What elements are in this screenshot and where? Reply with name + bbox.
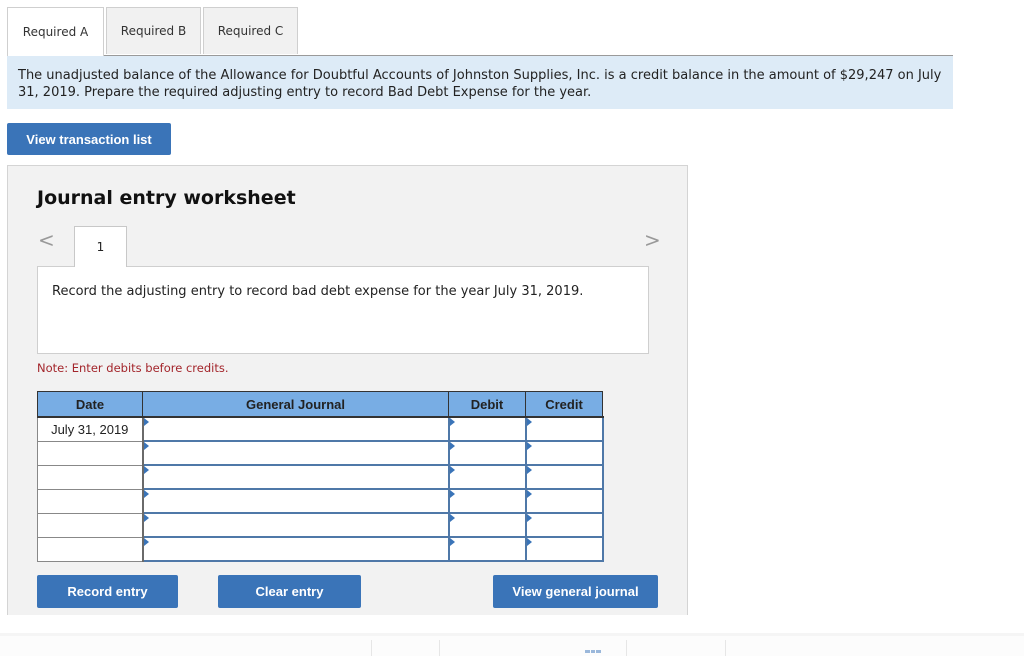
credit-input[interactable] <box>524 416 604 442</box>
footer-separator <box>439 640 440 656</box>
journal-header-row: Date General Journal Debit Credit <box>37 391 603 418</box>
footer-bar <box>0 636 1024 656</box>
header-debit: Debit <box>448 391 526 418</box>
table-row <box>37 536 604 562</box>
footer-separator <box>626 640 627 656</box>
chevron-right-icon[interactable]: > <box>644 228 661 252</box>
debit-input[interactable] <box>447 440 527 466</box>
table-row: July 31, 2019 <box>37 416 604 442</box>
grid-icon[interactable] <box>585 650 602 653</box>
requirement-tabs: Required A Required B Required C <box>7 7 300 56</box>
question-prompt: The unadjusted balance of the Allowance … <box>7 56 953 109</box>
chevron-left-icon[interactable]: < <box>38 228 55 252</box>
account-input[interactable] <box>141 440 450 466</box>
credit-input[interactable] <box>524 488 604 514</box>
header-date: Date <box>37 391 143 418</box>
table-row <box>37 464 604 490</box>
credit-input[interactable] <box>524 536 604 562</box>
debit-input[interactable] <box>447 488 527 514</box>
worksheet-title: Journal entry worksheet <box>37 187 296 209</box>
debit-input[interactable] <box>447 416 527 442</box>
date-cell <box>37 512 144 538</box>
entry-instruction: Record the adjusting entry to record bad… <box>37 266 649 354</box>
account-input[interactable] <box>141 536 450 562</box>
table-row <box>37 440 604 466</box>
account-input[interactable] <box>141 416 450 442</box>
credit-input[interactable] <box>524 440 604 466</box>
tab-required-b[interactable]: Required B <box>106 7 201 54</box>
clear-entry-button[interactable]: Clear entry <box>218 575 361 608</box>
header-credit: Credit <box>525 391 603 418</box>
date-cell <box>37 488 144 514</box>
debit-input[interactable] <box>447 464 527 490</box>
date-cell: July 31, 2019 <box>37 416 144 442</box>
debit-input[interactable] <box>447 512 527 538</box>
date-cell <box>37 536 144 562</box>
header-general-journal: General Journal <box>142 391 449 418</box>
entry-page-tab[interactable]: 1 <box>74 226 127 267</box>
credit-input[interactable] <box>524 464 604 490</box>
date-cell <box>37 440 144 466</box>
tab-required-a[interactable]: Required A <box>7 7 104 56</box>
footer-separator <box>371 640 372 656</box>
debits-note: Note: Enter debits before credits. <box>37 361 229 375</box>
account-input[interactable] <box>141 512 450 538</box>
table-row <box>37 512 604 538</box>
date-cell <box>37 464 144 490</box>
tab-required-c[interactable]: Required C <box>203 7 298 54</box>
view-transaction-list-button[interactable]: View transaction list <box>7 123 171 155</box>
record-entry-button[interactable]: Record entry <box>37 575 178 608</box>
debit-input[interactable] <box>447 536 527 562</box>
table-row <box>37 488 604 514</box>
account-input[interactable] <box>141 464 450 490</box>
journal-table: Date General Journal Debit Credit July 3… <box>37 391 604 562</box>
account-input[interactable] <box>141 488 450 514</box>
view-general-journal-button[interactable]: View general journal <box>493 575 658 608</box>
credit-input[interactable] <box>524 512 604 538</box>
footer-separator <box>725 640 726 656</box>
journal-entry-worksheet: Journal entry worksheet < 1 > Record the… <box>7 165 688 615</box>
